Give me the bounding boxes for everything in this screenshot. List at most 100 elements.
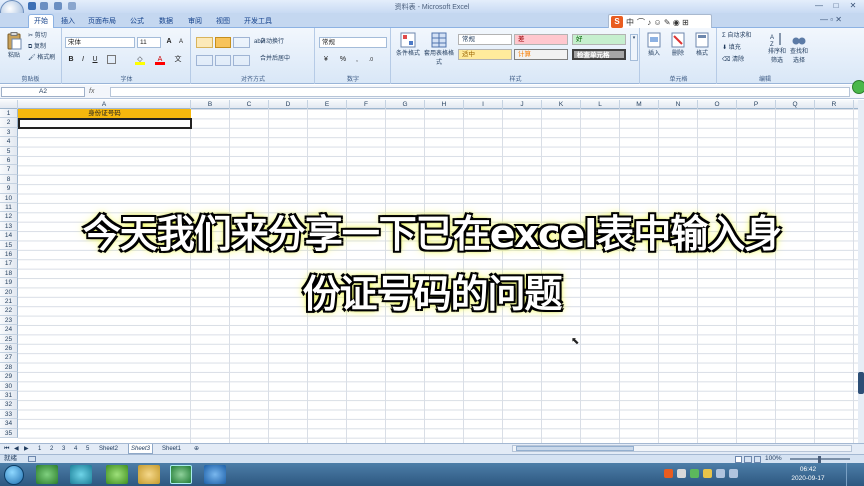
clock[interactable]: 06:42 2020-09-17 — [788, 465, 828, 483]
column-header-i[interactable]: I — [464, 100, 503, 109]
wrap-text-button[interactable]: 自动换行 — [260, 38, 284, 47]
maximize-button[interactable]: □ — [829, 1, 843, 11]
column-header-n[interactable]: N — [659, 100, 698, 109]
start-button[interactable] — [4, 465, 24, 485]
merge-center-button[interactable]: 合并后居中 — [260, 55, 290, 64]
row-header-5[interactable]: 5 — [0, 146, 18, 156]
column-header-e[interactable]: E — [308, 100, 347, 109]
left-align-icon[interactable] — [196, 55, 213, 66]
tab-formulas[interactable]: 公式 — [126, 16, 148, 28]
sheet-tab-5[interactable]: 5 — [84, 444, 91, 454]
cut-button[interactable]: ✂ 剪切 — [28, 32, 47, 41]
zoom-slider-thumb[interactable] — [818, 456, 821, 463]
column-header-m[interactable]: M — [620, 100, 659, 109]
top-align-icon[interactable] — [196, 37, 213, 48]
row-header-3[interactable]: 3 — [0, 127, 18, 138]
middle-align-icon[interactable] — [214, 37, 232, 48]
column-header-c[interactable]: C — [230, 100, 269, 109]
row-header-26[interactable]: 26 — [0, 344, 18, 354]
find-select-button[interactable]: 查找和选择 — [788, 32, 810, 64]
border-icon[interactable] — [107, 55, 116, 64]
sheet-nav-next[interactable]: ▶ — [22, 444, 31, 454]
explorer-icon[interactable] — [138, 465, 160, 484]
vertical-scroll-thumb[interactable] — [858, 372, 864, 394]
view-buttons[interactable] — [735, 456, 761, 463]
underline-button[interactable]: U — [90, 55, 100, 65]
copy-button[interactable]: ⧉ 复制 — [28, 43, 46, 52]
column-header-p[interactable]: P — [737, 100, 776, 109]
zoom-level[interactable]: 100% — [765, 455, 782, 463]
row-header-30[interactable]: 30 — [0, 381, 18, 391]
ime-tools[interactable]: ⌒ ♪ ☺ ✎ ◉ ⊞ — [637, 17, 689, 28]
column-header-a[interactable]: A — [18, 100, 191, 109]
row-header-7[interactable]: 7 — [0, 165, 18, 175]
floating-widget-icon[interactable] — [852, 80, 864, 94]
selected-cell-a2[interactable] — [18, 118, 192, 129]
app-icon-1[interactable] — [36, 465, 58, 484]
tray-icon-4[interactable] — [703, 469, 712, 478]
column-header-o[interactable]: O — [698, 100, 737, 109]
page-layout-view-icon[interactable] — [744, 456, 752, 463]
horizontal-align-buttons[interactable] — [196, 55, 251, 66]
row-header-10[interactable]: 10 — [0, 193, 18, 203]
column-header-b[interactable]: B — [191, 100, 230, 109]
row-header-9[interactable]: 9 — [0, 184, 18, 194]
tab-home[interactable]: 开始 — [28, 14, 54, 28]
sheet-tab-4[interactable]: 4 — [72, 444, 79, 454]
sheet-nav-prev[interactable]: ◀ — [12, 444, 21, 454]
fill-button[interactable]: ⬇ 填充 — [722, 44, 741, 53]
sheet-tab-sheet2[interactable]: Sheet2 — [97, 444, 120, 454]
styles-more-button[interactable]: ▾ — [630, 34, 638, 61]
row-header-8[interactable]: 8 — [0, 174, 18, 185]
center-align-icon[interactable] — [214, 55, 232, 66]
sheet-tab-1[interactable]: 1 — [36, 444, 43, 454]
fill-color-icon[interactable]: ◇ — [135, 55, 145, 65]
italic-button[interactable]: I — [78, 55, 88, 65]
column-header-k[interactable]: K — [542, 100, 581, 109]
sheet-tab-3[interactable]: 3 — [60, 444, 67, 454]
fx-button[interactable]: fx — [89, 87, 109, 97]
style-neutral[interactable]: 适中 — [458, 49, 512, 60]
row-header-35[interactable]: 35 — [0, 428, 18, 438]
tab-developer[interactable]: 开发工具 — [241, 16, 275, 28]
vertical-align-buttons[interactable] — [196, 37, 251, 48]
row-header-34[interactable]: 34 — [0, 419, 18, 429]
format-as-table-button[interactable]: 套用表格格式 — [424, 32, 454, 66]
excel-taskbar-icon[interactable] — [170, 465, 192, 484]
style-bad[interactable]: 差 — [514, 34, 568, 45]
insert-cells-button[interactable]: 插入 — [643, 32, 665, 57]
tab-review[interactable]: 审阅 — [184, 16, 206, 28]
conditional-format-button[interactable]: 条件格式 — [394, 32, 422, 57]
row-header-31[interactable]: 31 — [0, 391, 18, 401]
row-header-28[interactable]: 28 — [0, 362, 18, 373]
delete-cells-button[interactable]: 删除 — [667, 32, 689, 57]
style-normal[interactable]: 常规 — [458, 34, 512, 45]
column-header-q[interactable]: Q — [776, 100, 815, 109]
row-header-32[interactable]: 32 — [0, 400, 18, 410]
tray-volume-icon[interactable] — [729, 469, 738, 478]
row-header-24[interactable]: 24 — [0, 325, 18, 335]
percent-button[interactable]: % — [338, 55, 348, 65]
row-header-27[interactable]: 27 — [0, 353, 18, 363]
sheet-tab-2[interactable]: 2 — [48, 444, 55, 454]
tray-icon-2[interactable] — [677, 469, 686, 478]
ime-mode[interactable]: 中 — [626, 17, 634, 28]
clear-button[interactable]: ⌫ 清除 — [722, 56, 744, 65]
font-size-select[interactable]: 11 — [137, 37, 161, 48]
horizontal-scroll-thumb[interactable] — [516, 446, 634, 451]
row-header-33[interactable]: 33 — [0, 409, 18, 420]
currency-icon[interactable]: ¥ — [321, 55, 331, 65]
row-header-2[interactable]: 2 — [0, 118, 18, 128]
tab-page-layout[interactable]: 页面布局 — [84, 16, 120, 28]
font-name-select[interactable]: 宋体 — [65, 37, 135, 48]
browser-icon[interactable] — [106, 465, 128, 484]
format-painter-button[interactable]: 🖌 格式刷 — [28, 54, 55, 63]
column-header-h[interactable]: H — [425, 100, 464, 109]
column-header-d[interactable]: D — [269, 100, 308, 109]
style-good[interactable]: 好 — [572, 34, 626, 45]
column-header-l[interactable]: L — [581, 100, 620, 109]
video-app-icon[interactable] — [204, 465, 226, 484]
row-header-1[interactable]: 1 — [0, 109, 18, 119]
row-header-6[interactable]: 6 — [0, 156, 18, 166]
phonetic-icon[interactable]: 文 — [173, 55, 183, 65]
